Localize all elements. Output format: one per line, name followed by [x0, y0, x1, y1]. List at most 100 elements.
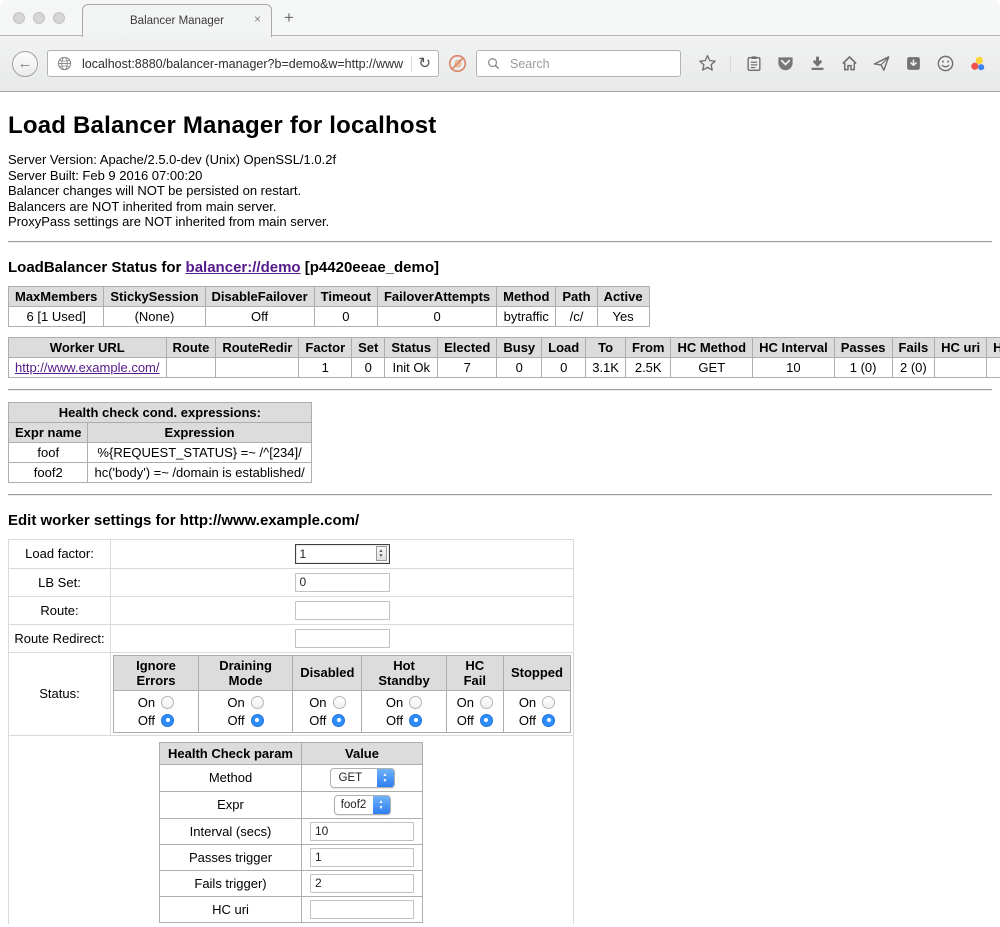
col-active: Active	[597, 286, 649, 306]
off-label: Off	[457, 713, 474, 728]
hc-fail-on-radio[interactable]	[480, 696, 493, 709]
save-page-icon[interactable]	[904, 54, 923, 73]
draining-mode-off-radio[interactable]	[251, 714, 264, 727]
val-method: bytraffic	[497, 306, 556, 326]
url-bar[interactable]: ↻	[47, 50, 439, 77]
col-route: Route	[166, 337, 216, 357]
expr-select[interactable]: foof2	[334, 795, 391, 815]
balancer-demo-link[interactable]: balancer://demo	[186, 259, 301, 276]
interval-input[interactable]	[310, 822, 414, 841]
route-input[interactable]	[295, 601, 390, 620]
reload-icon[interactable]: ↻	[418, 56, 431, 71]
worker-status-table: Worker URL Route RouteRedir Factor Set S…	[8, 337, 1000, 378]
col-passes: Passes	[834, 337, 892, 357]
fails-label: Fails trigger)	[160, 870, 302, 896]
hot-standby-on-radio[interactable]	[409, 696, 422, 709]
worker-url-link[interactable]: http://www.example.com/	[15, 360, 160, 375]
val-failoverattempts: 0	[377, 306, 496, 326]
lb-set-input[interactable]	[295, 573, 390, 592]
search-input[interactable]	[508, 56, 673, 72]
on-label: On	[519, 695, 536, 710]
ignore-errors-on-radio[interactable]	[161, 696, 174, 709]
back-button[interactable]: ←	[12, 51, 38, 77]
minimize-window-button[interactable]	[33, 12, 45, 24]
val-hc-expr: foof2	[987, 357, 1000, 377]
method-selected-value: GET	[331, 769, 377, 787]
val-to: 3.1K	[586, 357, 626, 377]
lb-set-label: LB Set:	[9, 568, 111, 596]
draining-mode-on-radio[interactable]	[251, 696, 264, 709]
downloads-icon[interactable]	[808, 54, 827, 73]
col-failoverattempts: FailoverAttempts	[377, 286, 496, 306]
extension-colordots-icon[interactable]	[968, 54, 987, 73]
col-elected: Elected	[438, 337, 497, 357]
val-fails: 2 (0)	[892, 357, 935, 377]
page-content: Load Balancer Manager for localhost Serv…	[0, 92, 1000, 924]
hc-uri-input[interactable]	[310, 900, 414, 919]
tab-title: Balancer Manager	[130, 15, 224, 27]
globe-icon	[55, 54, 74, 73]
expr-row: Expr foof2	[160, 791, 423, 818]
table-row: foof2 hc('body') =~ /domain is establish…	[9, 462, 312, 482]
stopped-off-radio[interactable]	[542, 714, 555, 727]
send-tab-icon[interactable]	[872, 54, 891, 73]
val-hc-method: GET	[671, 357, 753, 377]
col-fails: Fails	[892, 337, 935, 357]
route-redirect-input[interactable]	[295, 629, 390, 648]
window-controls	[13, 12, 65, 24]
val-load: 0	[542, 357, 586, 377]
toolbar-icons: ▾	[698, 53, 1000, 75]
urlbar-divider	[411, 56, 412, 72]
val-passes: 1 (0)	[834, 357, 892, 377]
divider	[8, 494, 992, 496]
close-window-button[interactable]	[13, 12, 25, 24]
col-expression: Expression	[88, 422, 311, 442]
hc-fail-off-radio[interactable]	[480, 714, 493, 727]
number-stepper-icon[interactable]	[376, 546, 387, 561]
tab-balancer-manager[interactable]: Balancer Manager ×	[82, 4, 272, 37]
col-disablefailover: DisableFailover	[205, 286, 314, 306]
tab-close-icon[interactable]: ×	[254, 13, 261, 25]
reading-list-icon[interactable]	[744, 54, 763, 73]
hot-standby-off-radio[interactable]	[409, 714, 422, 727]
table-row: foof %{REQUEST_STATUS} =~ /^[234]/	[9, 442, 312, 462]
search-icon	[484, 54, 503, 73]
server-version-line: Server Version: Apache/2.5.0-dev (Unix) …	[8, 152, 992, 168]
hc-uri-label: HC uri	[160, 896, 302, 922]
status-row: Status: Ignore Errors Draining Mode Disa…	[9, 652, 574, 735]
stopped-on-radio[interactable]	[542, 696, 555, 709]
status-heading-prefix: LoadBalancer Status for	[8, 259, 186, 276]
interval-label: Interval (secs)	[160, 818, 302, 844]
passes-input[interactable]	[310, 848, 414, 867]
disabled-off-radio[interactable]	[332, 714, 345, 727]
method-select[interactable]: GET	[330, 768, 395, 788]
col-hc-param: Health Check param	[160, 742, 302, 764]
col-load: Load	[542, 337, 586, 357]
feedback-smiley-icon[interactable]	[936, 54, 955, 73]
fails-input[interactable]	[310, 874, 414, 893]
val-path: /c/	[556, 306, 597, 326]
balancer-header-row: MaxMembers StickySession DisableFailover…	[9, 286, 650, 306]
status-radio-row: On Off On Off	[114, 690, 571, 732]
url-input[interactable]	[80, 56, 405, 72]
off-label: Off	[386, 713, 403, 728]
zoom-window-button[interactable]	[53, 12, 65, 24]
bookmark-star-icon[interactable]	[698, 54, 717, 73]
new-tab-button[interactable]: +	[284, 8, 294, 28]
route-redirect-label: Route Redirect:	[9, 624, 111, 652]
col-timeout: Timeout	[314, 286, 377, 306]
col-hc-expr: HC Expr	[987, 337, 1000, 357]
home-icon[interactable]	[840, 54, 859, 73]
val-elected: 7	[438, 357, 497, 377]
edit-worker-heading: Edit worker settings for http://www.exam…	[8, 512, 992, 529]
content-blocker-icon[interactable]	[448, 54, 467, 73]
health-check-param-table: Health Check param Value Method GET	[159, 742, 423, 923]
disabled-on-radio[interactable]	[333, 696, 346, 709]
pocket-icon[interactable]	[776, 54, 795, 73]
divider	[8, 389, 992, 391]
ignore-errors-off-radio[interactable]	[161, 714, 174, 727]
load-factor-input[interactable]: 1	[295, 544, 390, 564]
col-from: From	[625, 337, 671, 357]
search-bar[interactable]	[476, 50, 681, 77]
expr-value-foof: %{REQUEST_STATUS} =~ /^[234]/	[88, 442, 311, 462]
